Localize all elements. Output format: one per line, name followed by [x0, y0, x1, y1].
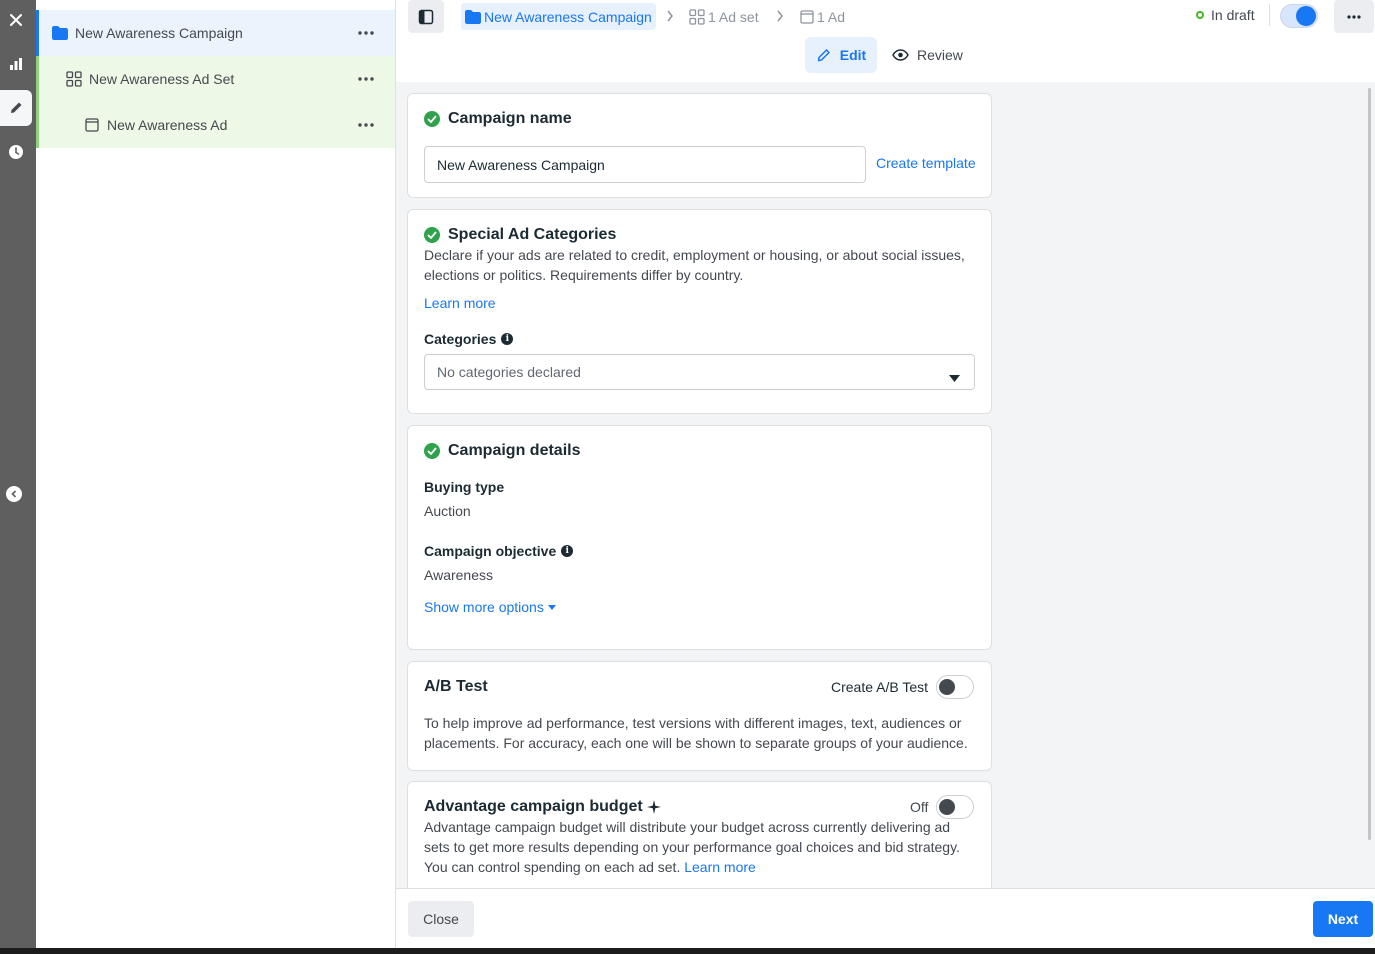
- sidebar-toggle-button[interactable]: [408, 0, 444, 33]
- campaign-objective-label: Campaign objective i: [424, 543, 574, 559]
- tree-item-adset[interactable]: New Awareness Ad Set: [36, 56, 395, 102]
- campaign-tree-panel: New Awareness Campaign New Awareness Ad …: [36, 0, 396, 948]
- buying-type-value: Auction: [424, 503, 471, 519]
- draft-status: In draft: [1196, 7, 1255, 23]
- section-title: Advantage campaign budget: [424, 798, 643, 815]
- sparkle-icon: [646, 800, 661, 814]
- section-title: Special Ad Categories: [448, 226, 617, 243]
- budget-description: Advantage campaign budget will distribut…: [424, 817, 979, 877]
- status-label: In draft: [1211, 7, 1255, 23]
- ab-test-toggle[interactable]: [936, 675, 974, 699]
- create-ab-test-label: Create A/B Test: [831, 679, 929, 695]
- info-icon[interactable]: i: [501, 333, 514, 345]
- more-options-icon[interactable]: [357, 70, 375, 88]
- tree-item-label: New Awareness Campaign: [75, 25, 243, 41]
- section-title: A/B Test: [424, 678, 488, 695]
- breadcrumb-adset[interactable]: 1 Ad set: [689, 3, 759, 30]
- breadcrumb-ad-label: 1 Ad: [817, 8, 846, 25]
- objective-label-text: Campaign objective: [424, 543, 557, 559]
- collapse-chevron-icon[interactable]: [6, 486, 22, 502]
- breadcrumb-ad[interactable]: 1 Ad: [800, 3, 845, 30]
- divider: [1269, 4, 1270, 26]
- show-more-options-link[interactable]: Show more options: [424, 599, 556, 615]
- check-circle-icon: [424, 227, 440, 243]
- campaign-name-card: Campaign name New Awareness Campaign Cre…: [407, 93, 992, 198]
- sidebar-icon: [418, 9, 434, 24]
- editor-content: Campaign name New Awareness Campaign Cre…: [396, 82, 1375, 888]
- edit-mode-button[interactable]: Edit: [805, 37, 877, 73]
- ad-icon: [83, 116, 101, 134]
- campaign-on-off-toggle[interactable]: [1280, 4, 1318, 28]
- more-options-icon[interactable]: [357, 24, 375, 42]
- left-rail: [0, 0, 36, 948]
- chart-icon[interactable]: [0, 46, 32, 82]
- top-bar: New Awareness Campaign 1 Ad set 1 Ad In …: [396, 0, 1375, 82]
- status-dot-icon: [1196, 11, 1204, 19]
- eye-icon: [892, 49, 909, 61]
- learn-more-link[interactable]: Learn more: [684, 859, 756, 875]
- close-icon[interactable]: [0, 2, 32, 38]
- campaign-objective-value: Awareness: [424, 567, 494, 583]
- categories-label-text: Categories: [424, 331, 497, 347]
- tree-item-ad[interactable]: New Awareness Ad: [36, 102, 395, 148]
- learn-more-link[interactable]: Learn more: [424, 295, 496, 311]
- breadcrumb-campaign-label: New Awareness Campaign: [484, 8, 652, 25]
- scrollbar[interactable]: [1368, 88, 1371, 840]
- show-more-label: Show more options: [424, 599, 544, 615]
- pencil-icon: [817, 49, 830, 62]
- categories-label: Categories i: [424, 331, 514, 347]
- folder-icon: [51, 24, 69, 42]
- tree-item-label: New Awareness Ad Set: [89, 71, 235, 87]
- next-button[interactable]: Next: [1313, 901, 1373, 937]
- caret-down-icon: [547, 604, 556, 610]
- footer-bar: Close Next: [396, 888, 1375, 948]
- close-button[interactable]: Close: [408, 901, 474, 937]
- create-template-link[interactable]: Create template: [876, 155, 976, 171]
- review-label: Review: [917, 47, 963, 63]
- edit-label: Edit: [839, 47, 867, 63]
- adset-grid-icon: [689, 8, 705, 25]
- check-circle-icon: [424, 111, 440, 127]
- tree-item-campaign[interactable]: New Awareness Campaign: [36, 10, 395, 56]
- more-options-icon[interactable]: [357, 116, 375, 134]
- ab-test-card: A/B Test Create A/B Test To help improve…: [407, 661, 992, 771]
- breadcrumb-campaign[interactable]: New Awareness Campaign: [461, 3, 656, 30]
- ellipsis-icon: [1347, 14, 1361, 19]
- breadcrumb-adset-label: 1 Ad set: [708, 8, 759, 25]
- chevron-right-icon: [666, 9, 674, 25]
- more-actions-button[interactable]: [1334, 0, 1374, 33]
- advantage-budget-card: Advantage campaign budget Off Advantage …: [407, 781, 992, 888]
- review-mode-button[interactable]: Review: [892, 37, 963, 73]
- categories-dropdown[interactable]: No categories declared: [424, 354, 975, 390]
- section-title: Campaign name: [448, 110, 572, 127]
- main-editor: New Awareness Campaign 1 Ad set 1 Ad In …: [396, 0, 1375, 948]
- budget-toggle-state: Off: [910, 799, 929, 815]
- info-icon[interactable]: i: [561, 545, 574, 557]
- campaign-details-card: Campaign details Buying type Auction Cam…: [407, 425, 992, 650]
- chevron-right-icon: [776, 9, 784, 25]
- ab-test-description: To help improve ad performance, test ver…: [424, 715, 968, 751]
- folder-icon: [465, 9, 481, 24]
- caret-down-icon: [949, 369, 960, 385]
- ad-icon: [800, 9, 814, 24]
- check-circle-icon: [424, 443, 440, 459]
- adset-grid-icon: [65, 70, 83, 88]
- clock-icon[interactable]: [0, 134, 32, 170]
- campaign-name-input[interactable]: New Awareness Campaign: [424, 146, 866, 183]
- buying-type-label: Buying type: [424, 479, 505, 495]
- section-title: Campaign details: [448, 442, 581, 459]
- tree-item-label: New Awareness Ad: [107, 117, 228, 133]
- special-ad-categories-card: Special Ad Categories Declare if your ad…: [407, 209, 992, 414]
- taskbar-edge: [0, 948, 1375, 954]
- pencil-icon[interactable]: [0, 90, 32, 126]
- categories-placeholder: No categories declared: [437, 364, 581, 380]
- special-ad-description: Declare if your ads are related to credi…: [424, 247, 965, 283]
- advantage-budget-toggle[interactable]: [936, 795, 974, 819]
